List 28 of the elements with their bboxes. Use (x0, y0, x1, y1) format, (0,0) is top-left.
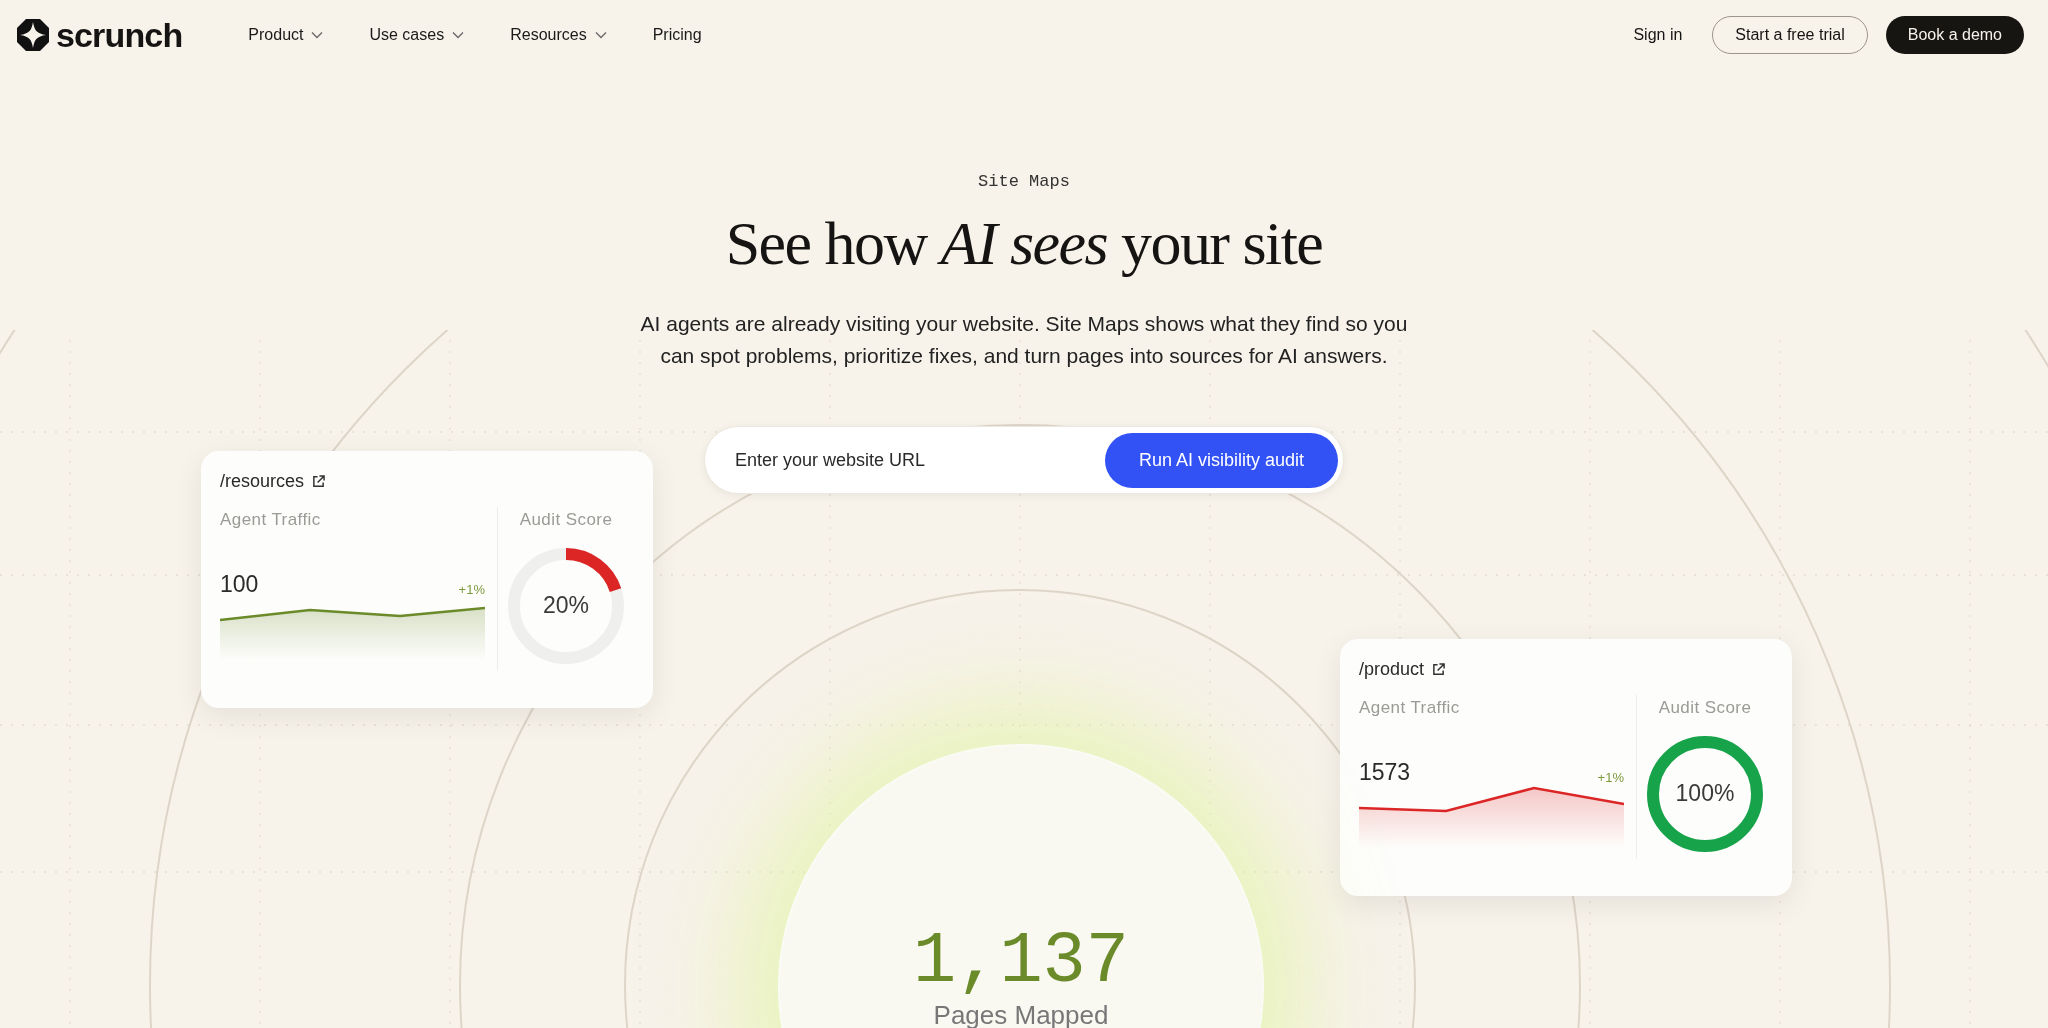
nav-link[interactable]: Resources (510, 23, 607, 47)
audit-button[interactable]: Run AI visibility audit (1104, 432, 1338, 488)
pages-count: 1,137 (912, 926, 1129, 998)
metric-label: Agent Traffic (1359, 697, 1461, 719)
star-logo-icon (16, 18, 50, 52)
nav-link[interactable]: Pricing (652, 23, 702, 47)
sign-in-link[interactable]: Sign in (1633, 23, 1683, 47)
traffic-delta: +1% (1597, 770, 1624, 784)
url-field[interactable]: Enter your website URL (735, 446, 1105, 474)
external-link-icon (1432, 663, 1446, 676)
metric-label: Audit Score (519, 509, 613, 531)
nav-link[interactable]: Use cases (369, 23, 465, 47)
external-link-icon (312, 475, 326, 488)
score-value: 20% (542, 591, 589, 621)
page-path: /resources (220, 470, 305, 493)
eyebrow-label: Site Maps (978, 171, 1070, 193)
score-value: 100% (1675, 779, 1735, 809)
brand-name[interactable]: scrunch (56, 18, 183, 52)
hero-description: AI agents are already visiting your website. Site Maps shows what they find so you can spot problems, prioritize fixes, and turn pages into sources for AI answers. (639, 311, 1409, 369)
traffic-value: 100 (220, 572, 259, 596)
hero-heading: See how AI sees your site (725, 207, 1323, 279)
traffic-value: 1573 (1359, 760, 1411, 784)
book-demo-button[interactable]: Book a demo (1885, 16, 2024, 54)
traffic-delta: +1% (458, 582, 485, 596)
nav-link[interactable]: Product (248, 23, 324, 47)
metric-label: Audit Score (1658, 697, 1752, 719)
metric-label: Agent Traffic (220, 509, 322, 531)
page-path: /product (1359, 658, 1425, 681)
